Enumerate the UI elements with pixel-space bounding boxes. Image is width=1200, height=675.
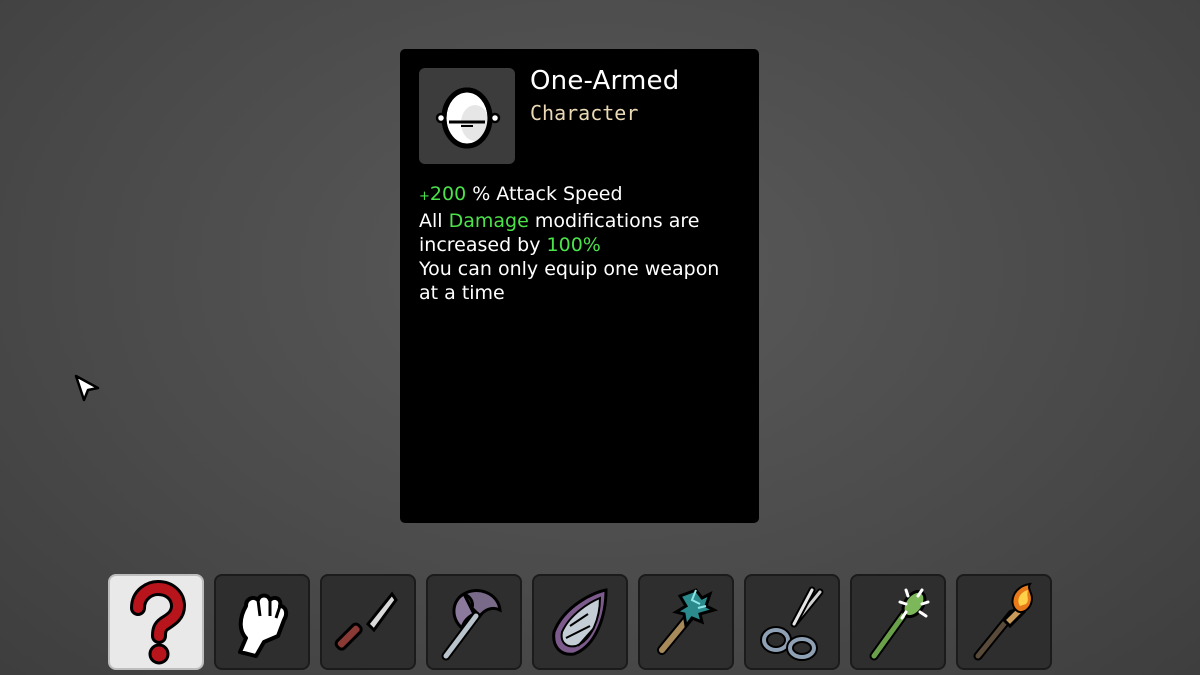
desc-text: All bbox=[419, 210, 449, 232]
desc-line-attack-speed: +200 % Attack Speed bbox=[419, 182, 739, 209]
stat-plus-sign: + bbox=[419, 189, 430, 204]
weapon-slot-torch[interactable] bbox=[956, 574, 1052, 670]
weapon-slot-axe[interactable] bbox=[426, 574, 522, 670]
desc-line-weapon-limit-cont: at a time bbox=[419, 282, 505, 304]
character-type-label: Character bbox=[530, 101, 639, 125]
mouse-cursor-icon bbox=[74, 374, 102, 404]
character-portrait bbox=[419, 68, 515, 164]
crystal-shard-icon bbox=[552, 588, 608, 656]
weapon-slot-random[interactable] bbox=[108, 574, 204, 670]
weapon-slot-crystal[interactable] bbox=[532, 574, 628, 670]
desc-text: modifications are bbox=[528, 210, 700, 232]
spiked-mace-icon bbox=[869, 588, 930, 661]
weapon-slot-knife[interactable] bbox=[320, 574, 416, 670]
desc-line-damage: All Damage modifications are bbox=[419, 209, 739, 233]
axe-icon bbox=[441, 589, 502, 661]
torch-icon bbox=[973, 582, 1033, 661]
character-name: One-Armed bbox=[530, 66, 680, 96]
weapon-slot-scissors[interactable] bbox=[744, 574, 840, 670]
weapon-slot-lightning-hammer[interactable] bbox=[638, 574, 734, 670]
damage-keyword: Damage bbox=[448, 210, 529, 232]
random-question-mark-icon bbox=[130, 579, 187, 665]
character-description: +200 % Attack Speed All Damage modificat… bbox=[419, 182, 739, 305]
desc-text: increased by bbox=[419, 234, 547, 256]
egg-character-icon bbox=[435, 87, 501, 149]
desc-line-weapon-limit: You can only equip one weapon bbox=[419, 258, 720, 280]
stat-value-attack-speed: 200 bbox=[429, 183, 467, 205]
lightning-hammer-icon bbox=[657, 588, 719, 655]
fist-icon bbox=[238, 593, 289, 658]
weapon-slot-fist[interactable] bbox=[214, 574, 310, 670]
increase-value: 100% bbox=[546, 234, 601, 256]
desc-line-increase: increased by 100% bbox=[419, 233, 739, 257]
character-tooltip: One-Armed Character +200 % Attack Speed … bbox=[400, 49, 759, 523]
weapon-slot-spiked-mace[interactable] bbox=[850, 574, 946, 670]
scissors-icon bbox=[760, 586, 824, 661]
stat-label-attack-speed: % Attack Speed bbox=[466, 183, 623, 205]
knife-icon bbox=[334, 591, 398, 651]
